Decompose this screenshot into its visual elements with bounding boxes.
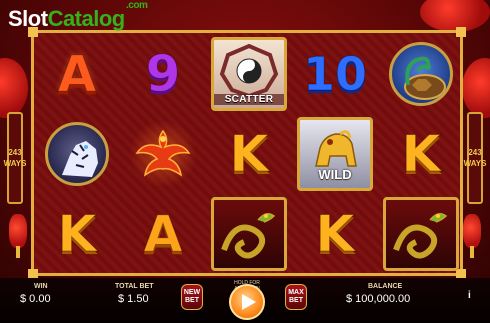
number-9-icon: 9 [145, 45, 181, 103]
balance-value: $ 100,000.00 [346, 293, 411, 305]
green-dragon-icon [211, 197, 287, 271]
ways-unit: WAYS [3, 159, 27, 168]
reel-cell-r3c5 [378, 195, 464, 273]
scatter-symbol: SCATTER [211, 37, 287, 111]
dragon-art [393, 213, 448, 259]
watermark-suffix: .com [126, 0, 148, 11]
green-dragon-icon [383, 197, 459, 271]
total-bet-value: $ 1.50 [118, 293, 149, 305]
watermark-part2: Catalog [47, 6, 126, 31]
spin-button[interactable] [229, 284, 265, 320]
right-hanging-lantern-icon [463, 214, 481, 258]
tiger-art [62, 141, 98, 177]
left-lantern-icon [0, 58, 28, 118]
tortoise-art [404, 56, 446, 100]
wild-label: WILD [318, 167, 352, 182]
new-bet-button[interactable]: NEW BET [181, 284, 203, 310]
ways-count: 243 [8, 148, 22, 157]
letter-a-icon: A [57, 45, 97, 103]
reel-cell-r2c2 [120, 115, 206, 193]
scatter-label: SCATTER [214, 94, 284, 105]
reel-cell-r1c2: 9 [120, 35, 206, 113]
reel-cell-r1c4: 10 [292, 35, 378, 113]
phoenix-art [135, 129, 191, 177]
reel-cell-r1c3: SCATTER [206, 35, 292, 113]
reel-cell-r2c1 [34, 115, 120, 193]
reel-cell-r3c4: K [292, 195, 378, 273]
number-10-icon: 10 [302, 47, 367, 101]
reel-grid: A 9 SCATTER 10 K WILD K K A K [28, 27, 466, 279]
letter-k-icon: K [315, 205, 355, 263]
left-hanging-lantern-icon [9, 214, 27, 258]
play-icon [241, 294, 256, 310]
balance-label: BALANCE [368, 283, 403, 290]
reel-cell-r3c3 [206, 195, 292, 273]
reel-cell-r2c5: K [378, 115, 464, 193]
wild-symbol: WILD [297, 117, 373, 191]
ways-count: 243 [468, 148, 482, 157]
letter-k-icon: K [401, 125, 441, 183]
max-bet-button[interactable]: MAX BET [285, 284, 307, 310]
reel-cell-r3c2: A [120, 195, 206, 273]
letter-k-icon: K [57, 205, 97, 263]
letter-k-icon: K [229, 125, 269, 183]
black-tortoise-icon [389, 42, 453, 106]
game-stage: SlotCatalog .com 243 WAYS 243 WAYS A 9 S… [0, 0, 490, 323]
white-tiger-icon [45, 122, 109, 186]
win-value: $ 0.00 [20, 293, 51, 305]
reel-cell-r3c1: K [34, 195, 120, 273]
ways-unit: WAYS [463, 159, 487, 168]
total-bet-label: TOTAL BET [115, 283, 154, 290]
slotcatalog-watermark: SlotCatalog .com [8, 0, 148, 32]
yin-yang-bagua-icon [219, 43, 279, 99]
info-icon[interactable]: i [468, 290, 471, 301]
top-lantern-icon [420, 0, 490, 32]
reel-cell-r1c1: A [34, 35, 120, 113]
ways-badge-right: 243 WAYS [464, 112, 486, 204]
ways-badge-left: 243 WAYS [4, 112, 26, 204]
reel-cell-r1c5 [378, 35, 464, 113]
red-phoenix-icon [128, 121, 198, 187]
dragon-art [221, 213, 276, 259]
watermark-part1: Slot [8, 6, 48, 31]
letter-a-icon: A [143, 205, 183, 263]
win-label: WIN [34, 283, 48, 290]
reel-cell-r2c3: K [206, 115, 292, 193]
reel-cell-r2c4: WILD [292, 115, 378, 193]
right-lantern-icon [462, 58, 490, 118]
